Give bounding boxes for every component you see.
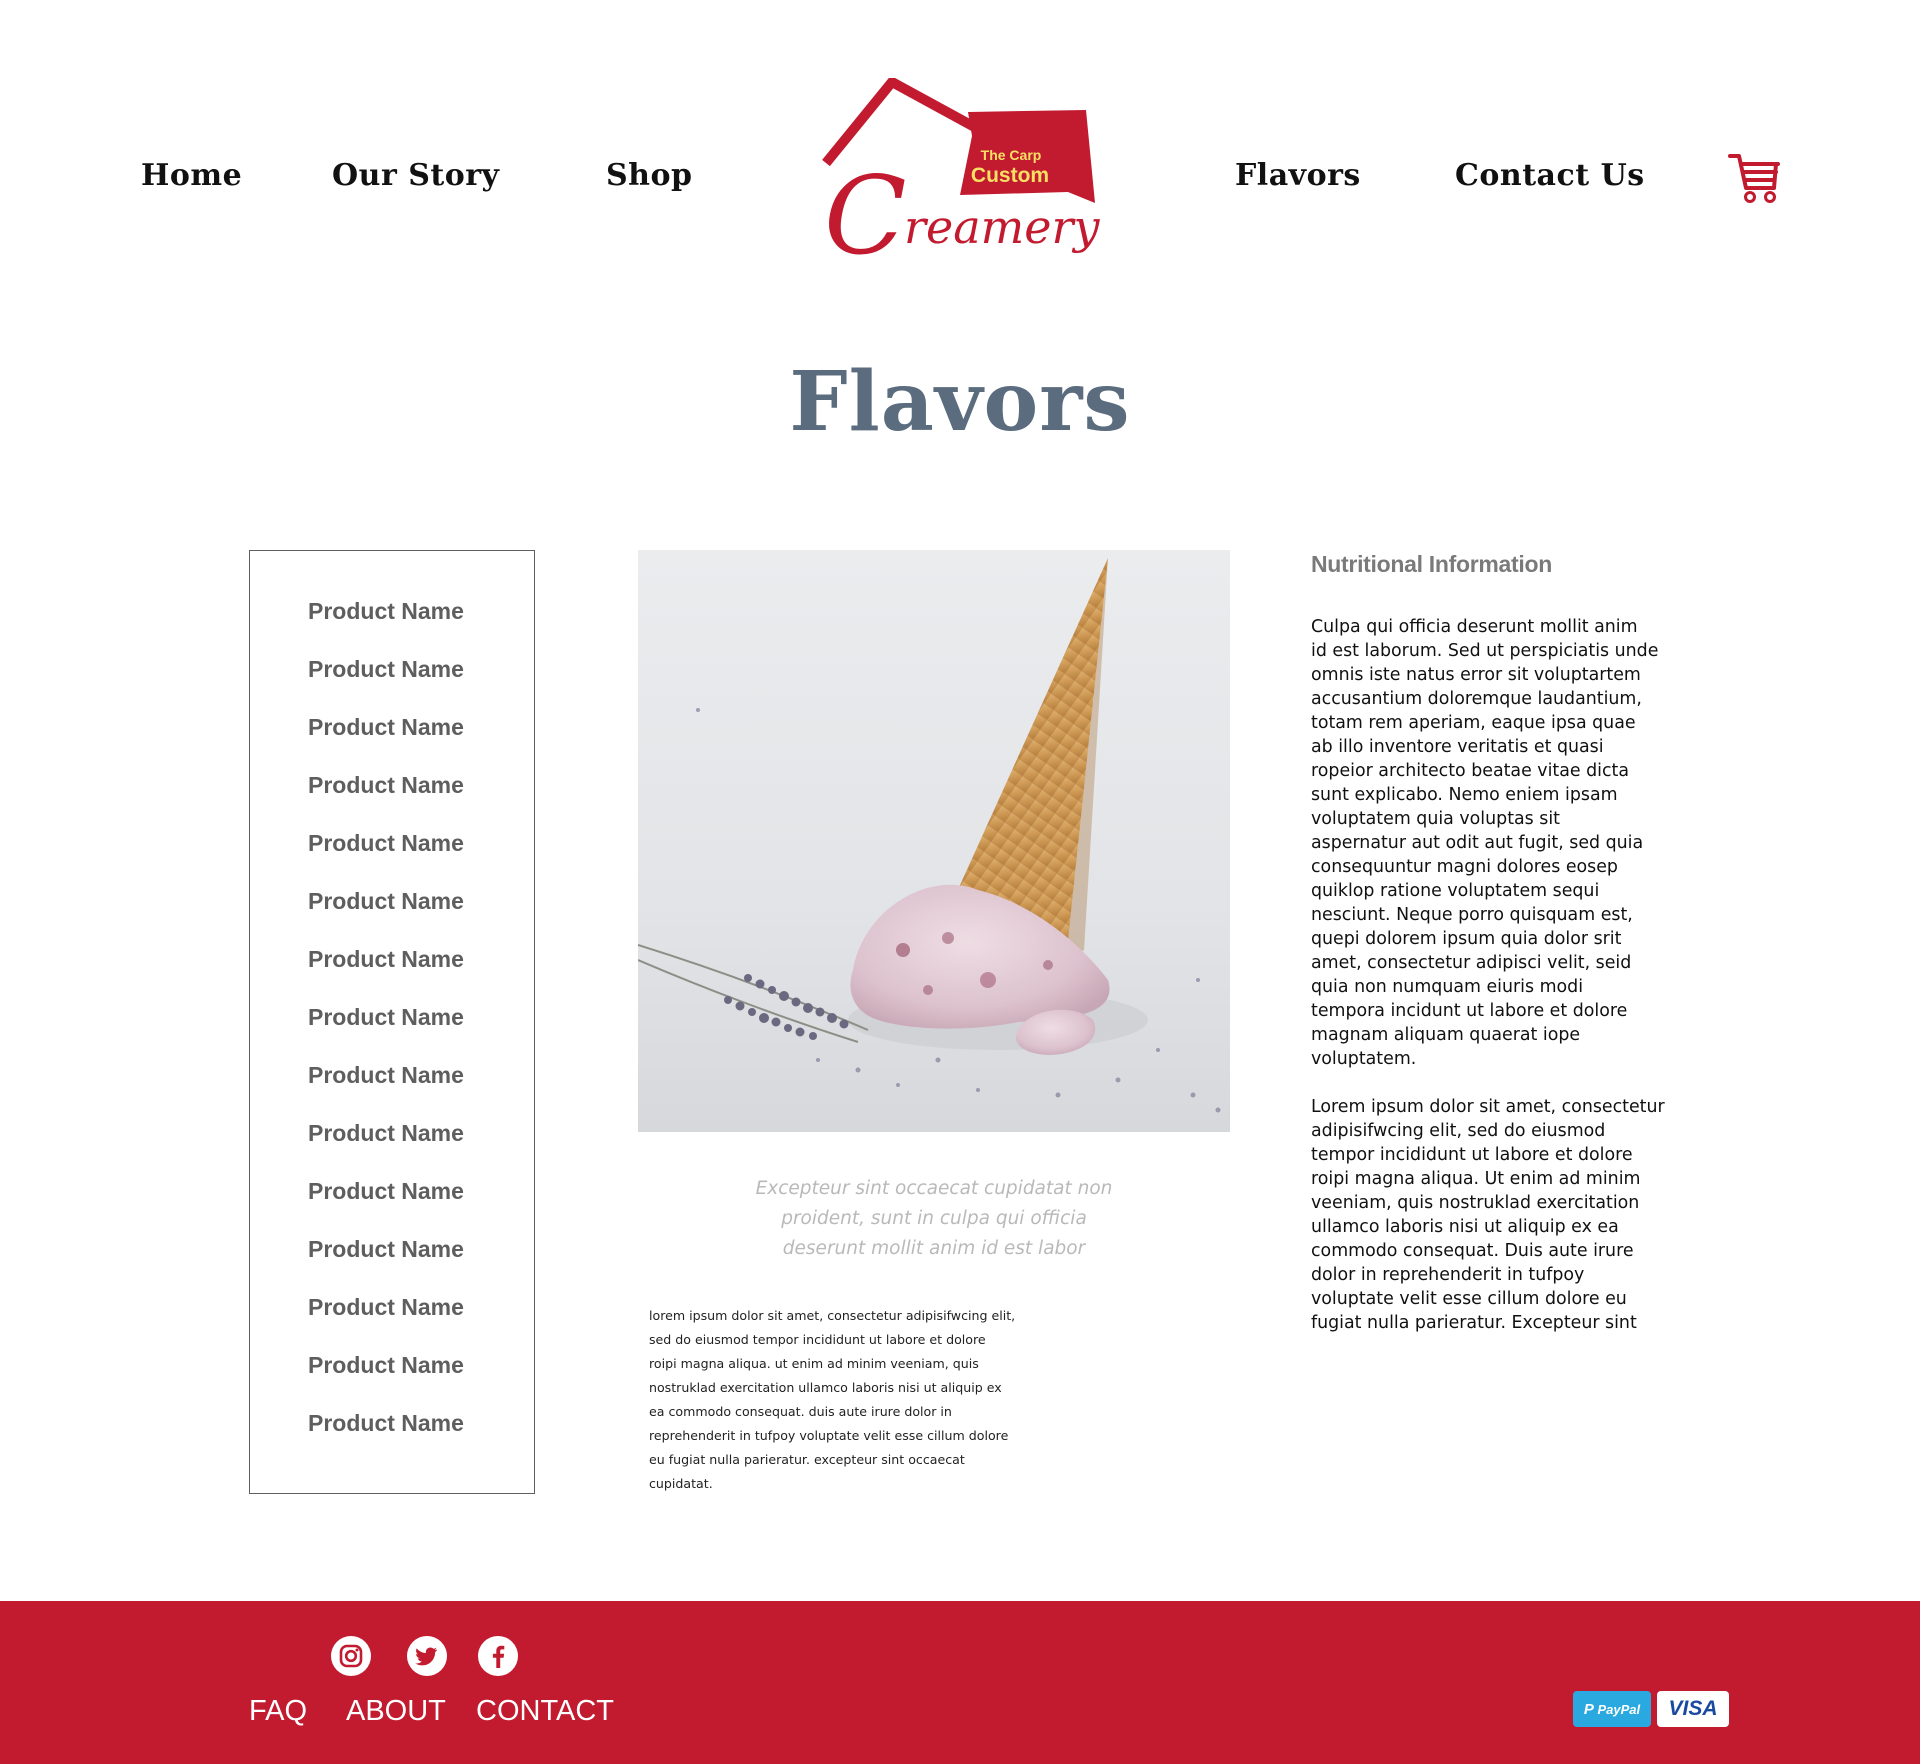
shopping-cart-icon[interactable] (1728, 152, 1782, 204)
facebook-icon[interactable] (477, 1635, 519, 1677)
product-list: Product Name Product Name Product Name P… (249, 550, 535, 1494)
nutrition-line: tempora incidunt ut labore et dolore (1311, 1001, 1628, 1021)
nutrition-line: Culpa qui officia deserunt mollit anim (1311, 617, 1638, 637)
nutrition-line: omnis iste natus error sit voluptartem (1311, 665, 1641, 685)
footer-faq-link[interactable]: FAQ (249, 1695, 307, 1728)
nutrition-line: consequuntur magni dolores eosep (1311, 857, 1618, 877)
nav-contact-us[interactable]: Contact Us (1455, 158, 1645, 193)
nutrition-line: voluptatem quia voluptas sit (1311, 809, 1560, 829)
nutrition-line: quiklop ratione voluptatem sequi (1311, 881, 1600, 901)
footer-contact-link[interactable]: CONTACT (476, 1695, 614, 1728)
twitter-icon[interactable] (406, 1635, 448, 1677)
instagram-icon[interactable] (330, 1635, 372, 1677)
nutrition-line: id est laborum. Sed ut perspiciatis unde (1311, 641, 1659, 661)
nutrition-paragraph-2: Lorem ipsum dolor sit amet, consectetur … (1311, 1095, 1681, 1335)
nutrition-line: amet, consectetur adipisci velit, seid (1311, 953, 1632, 973)
product-item[interactable]: Product Name (308, 1352, 464, 1379)
image-caption: Excepteur sint occaecat cupidatat non pr… (718, 1174, 1150, 1264)
description-line: cupidatat. (649, 1476, 713, 1491)
nutrition-line: totam rem aperiam, eaque ipsa quae (1311, 713, 1636, 733)
nutrition-line: roipi magna aliqua. Ut enim ad minim (1311, 1169, 1641, 1189)
nutrition-line: dolor in reprehenderit in tufpoy (1311, 1265, 1585, 1285)
page-title: Flavors (789, 354, 1131, 450)
description-line: eu fugiat nulla parieratur. excepteur si… (649, 1452, 965, 1467)
logo-initial: C (824, 154, 907, 274)
logo-wordmark: reamery (904, 200, 1100, 254)
nutrition-line: veeniam, quis nostruklad exercitation (1311, 1193, 1640, 1213)
product-item[interactable]: Product Name (308, 946, 464, 973)
nutrition-line: voluptate velit esse cillum dolore eu (1311, 1289, 1627, 1309)
description-line: lorem ipsum dolor sit amet, consectetur … (649, 1308, 1016, 1323)
nutrition-line: ullamco laboris nisi ut aliquip ex ea (1311, 1217, 1619, 1237)
nutrition-line: ab illo inventore veritatis et quasi (1311, 737, 1604, 757)
nutrition-line: sunt explicabo. Nemo eniem ipsam (1311, 785, 1618, 805)
product-item[interactable]: Product Name (308, 1062, 464, 1089)
nav-home[interactable]: Home (141, 158, 242, 193)
product-item[interactable]: Product Name (308, 1236, 464, 1263)
description-line: reprehenderit in tufpoy voluptate velit … (649, 1428, 1009, 1443)
footer-about-link[interactable]: ABOUT (346, 1695, 446, 1728)
visa-badge: VISA (1657, 1691, 1729, 1727)
nutrition-paragraph-1: Culpa qui officia deserunt mollit anim i… (1311, 615, 1681, 1071)
product-item[interactable]: Product Name (308, 598, 464, 625)
nav-flavors[interactable]: Flavors (1235, 158, 1361, 193)
nutrition-line: voluptatem. (1311, 1049, 1417, 1069)
nutrition-line: ropeior architecto beatae vitae dicta (1311, 761, 1630, 781)
creamery-logo[interactable]: The Carp Custom C reamery (820, 78, 1102, 274)
description-line: nostruklad exercitation ullamco laboris … (649, 1380, 1002, 1395)
product-item[interactable]: Product Name (308, 1410, 464, 1437)
visa-icon: VISA (1668, 1697, 1718, 1720)
product-item[interactable]: Product Name (308, 714, 464, 741)
product-item[interactable]: Product Name (308, 772, 464, 799)
product-item[interactable]: Product Name (308, 656, 464, 683)
caption-line: deserunt mollit anim id est labor (782, 1238, 1086, 1259)
nutrition-line: fugiat nulla parieratur. Excepteur sint (1311, 1313, 1637, 1333)
nutrition-line: magnam aliquam quaerat iope (1311, 1025, 1581, 1045)
nutrition-line: adipisifwcing elit, sed do eiusmod (1311, 1121, 1606, 1141)
caption-line: Excepteur sint occaecat cupidatat non (755, 1178, 1113, 1199)
product-item[interactable]: Product Name (308, 1178, 464, 1205)
product-item[interactable]: Product Name (308, 1004, 464, 1031)
description-line: ea commodo consequat. duis aute irure do… (649, 1404, 952, 1419)
nutrition-line: aspernatur aut odit aut fugit, sed quia (1311, 833, 1644, 853)
product-description: lorem ipsum dolor sit amet, consectetur … (649, 1304, 1021, 1496)
product-item[interactable]: Product Name (308, 1120, 464, 1147)
nutrition-line: Lorem ipsum dolor sit amet, consectetur (1311, 1097, 1665, 1117)
logo-text-custom: Custom (971, 164, 1049, 187)
nutrition-line: tempor incididunt ut labore et dolore (1311, 1145, 1633, 1165)
nutrition-heading: Nutritional Information (1311, 551, 1552, 577)
nav-shop[interactable]: Shop (606, 158, 692, 193)
paypal-icon: P PayPal (1583, 1700, 1641, 1718)
description-line: sed do eiusmod tempor incididunt ut labo… (649, 1332, 986, 1347)
nutrition-line: quepi dolorem ipsum quia dolor srit (1311, 929, 1622, 949)
nutrition-line: quia non numquam eiuris modi (1311, 977, 1584, 997)
ice-cream-cone-photo (638, 550, 1230, 1132)
logo-text-carp: The Carp (981, 147, 1042, 163)
product-item[interactable]: Product Name (308, 888, 464, 915)
product-item[interactable]: Product Name (308, 1294, 464, 1321)
nav-our-story[interactable]: Our Story (332, 158, 499, 193)
caption-line: proident, sunt in culpa qui officia (781, 1208, 1087, 1229)
paypal-badge: P PayPal (1573, 1691, 1651, 1727)
product-item[interactable]: Product Name (308, 830, 464, 857)
nutrition-line: commodo consequat. Duis aute irure (1311, 1241, 1634, 1261)
nutrition-line: accusantium doloremque laudantium, (1311, 689, 1642, 709)
site-footer: FAQ ABOUT CONTACT P PayPal VISA (0, 1601, 1920, 1764)
description-line: roipi magna aliqua. ut enim ad minim vee… (649, 1356, 979, 1371)
nutrition-line: nesciunt. Neque porro quisquam est, (1311, 905, 1633, 925)
